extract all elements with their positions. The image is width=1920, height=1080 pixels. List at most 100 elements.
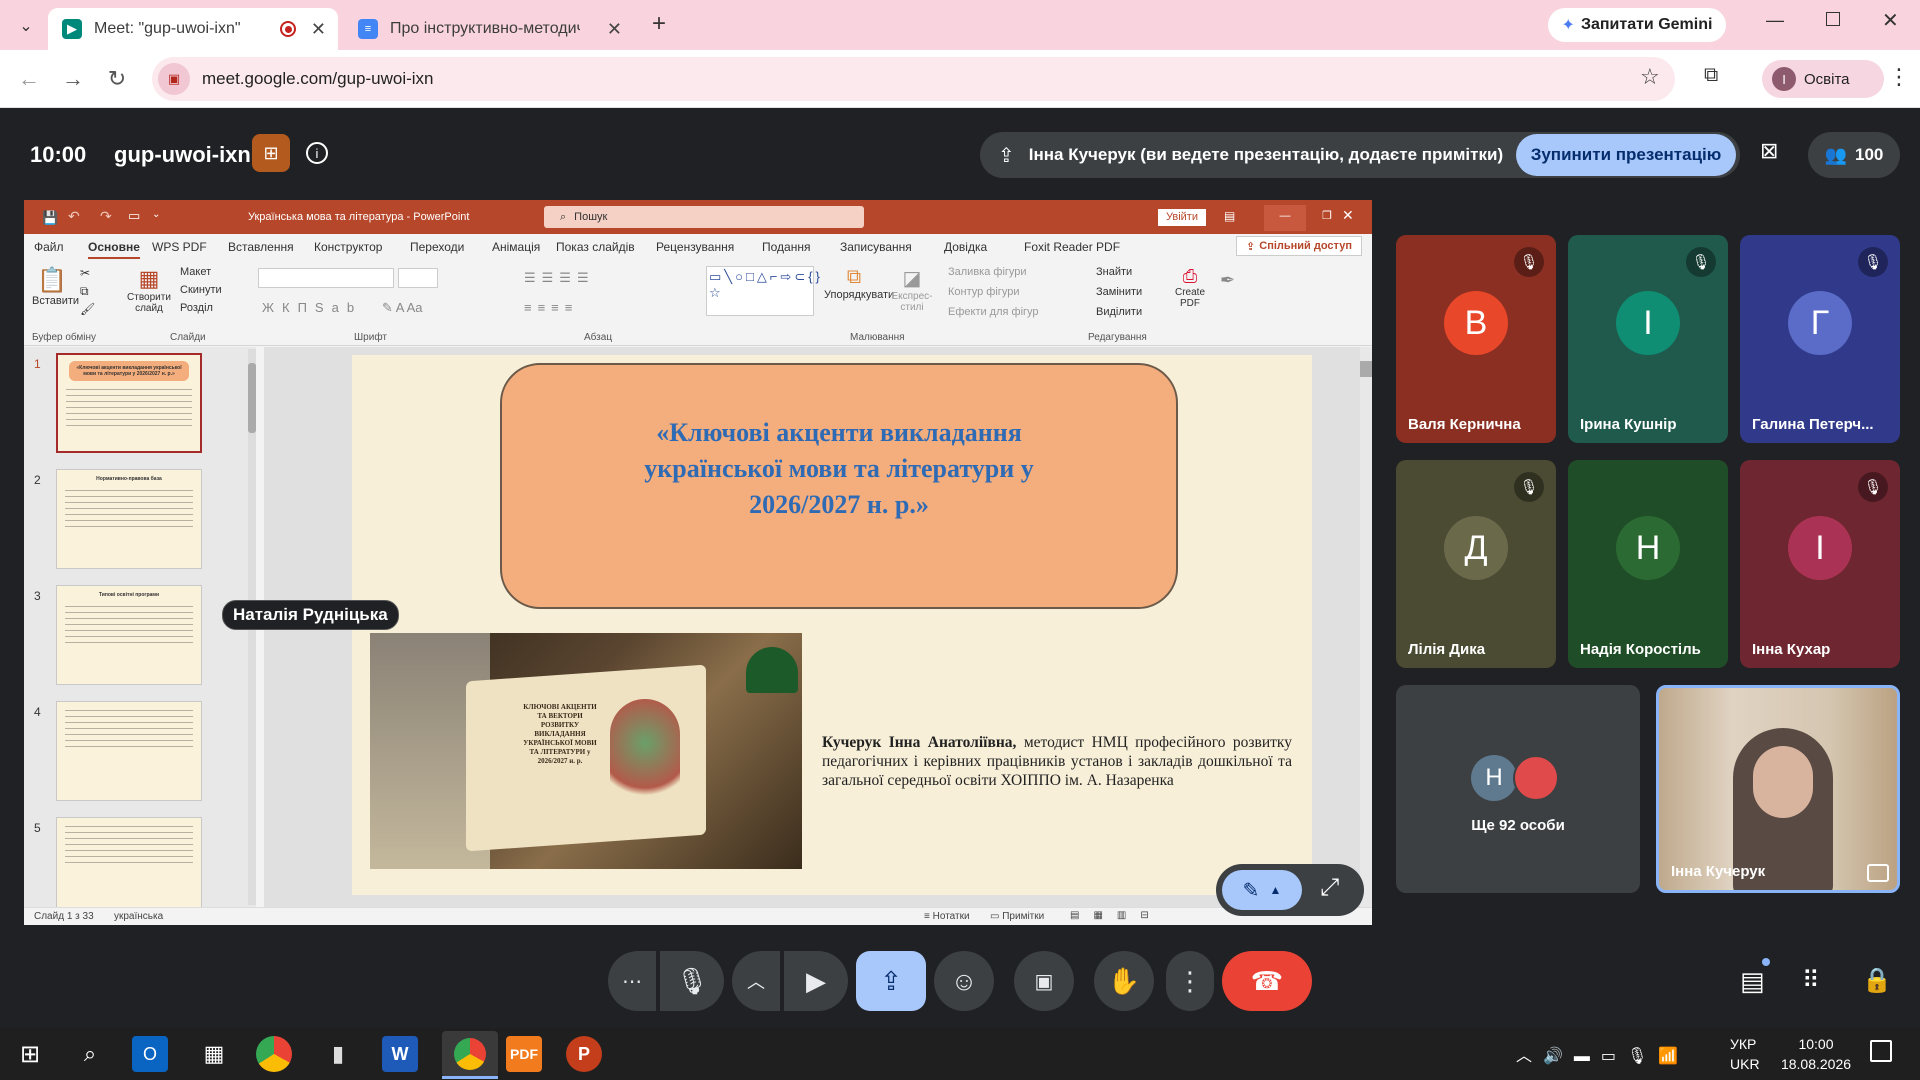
participant-tile[interactable]: В Валя Кернична 🎙 <box>1396 235 1556 443</box>
self-video-tile[interactable]: Інна Кучерук <box>1656 685 1900 893</box>
files-icon[interactable]: ▮ <box>318 1034 358 1074</box>
tab-close-icon[interactable]: ✕ <box>607 19 622 40</box>
reload-icon[interactable]: ↻ <box>102 64 132 94</box>
browser-menu-icon[interactable]: ⋮ <box>1888 64 1910 90</box>
camera-button[interactable]: ▶ <box>784 951 848 1011</box>
slide-author-text[interactable]: Кучерук Інна Анатоліївна, методист НМЦ п… <box>822 733 1292 790</box>
outlook-icon[interactable]: O <box>132 1036 168 1072</box>
tab-search-button[interactable]: ⌄ <box>12 12 40 40</box>
participant-tile[interactable]: Г Галина Петерч... 🎙 <box>1740 235 1900 443</box>
new-slide-button[interactable]: ▦ Створити слайд <box>124 266 174 314</box>
ribbon-tab[interactable]: Подання <box>762 240 810 254</box>
undo-icon[interactable]: ↶ <box>68 208 80 225</box>
reactions-button[interactable]: ☺ <box>934 951 994 1011</box>
participant-tile[interactable]: І Інна Кухар 🎙 <box>1740 460 1900 668</box>
ribbon-tab[interactable]: Показ слайдів <box>556 240 635 254</box>
font-size-box[interactable] <box>398 268 438 288</box>
search-icon[interactable]: ⌕ <box>70 1034 110 1074</box>
extensions-icon[interactable]: ⧉ <box>1704 64 1718 87</box>
participants-button[interactable]: 👥 100 <box>1808 132 1900 178</box>
slide-thumbnail[interactable] <box>56 701 202 801</box>
back-icon[interactable]: ← <box>14 64 44 94</box>
replace-button[interactable]: Замінити <box>1096 286 1142 298</box>
meeting-info-icon[interactable]: i <box>306 142 328 164</box>
clock[interactable]: 10:00 18.08.2026 <box>1776 1034 1856 1074</box>
host-lock-icon[interactable]: 🔒 <box>1862 966 1892 995</box>
layout-button[interactable]: Макет <box>180 266 211 278</box>
slide-thumbnail[interactable] <box>56 817 202 917</box>
format-painter-icon[interactable]: 🖌 <box>80 302 95 316</box>
slide-book-image[interactable]: КЛЮЧОВІ АКЦЕНТИ ТА ВЕКТОРИ РОЗВИТКУ ВИКЛ… <box>370 633 802 869</box>
site-info-icon[interactable]: ▣ <box>158 63 190 95</box>
paste-button[interactable]: 📋 Вставити <box>32 266 79 307</box>
pdf-reader-icon[interactable]: PDF <box>506 1036 542 1072</box>
tray-icons[interactable]: ︿🔊▬▭🎙📶 <box>1516 1042 1689 1066</box>
annotate-pen-button[interactable]: ✎ ▲ <box>1222 870 1302 910</box>
participant-tile[interactable]: Н Надія Коростіль <box>1568 460 1728 668</box>
ppt-minimize-icon[interactable]: — <box>1264 205 1306 231</box>
language-status[interactable]: українська <box>114 911 163 922</box>
omnibox[interactable]: ▣ meet.google.com/gup-uwoi-ixn <box>152 57 1675 101</box>
chat-icon[interactable]: ▤ <box>1740 966 1765 997</box>
ppt-search-box[interactable]: ⌕ Пошук <box>544 206 864 228</box>
participant-tile[interactable]: І Ірина Кушнір 🎙 <box>1568 235 1728 443</box>
ribbon-tab[interactable]: Довідка <box>944 240 987 254</box>
ppt-close-icon[interactable]: ✕ <box>1342 207 1354 224</box>
select-button[interactable]: Виділити <box>1096 306 1142 318</box>
ribbon-tab[interactable]: Переходи <box>410 240 464 254</box>
shapes-gallery[interactable]: ▭╲○□△⌐⇨⊂{}☆ <box>706 266 820 316</box>
shape-fill-button[interactable]: Заливка фігури <box>948 266 1027 278</box>
signin-button[interactable]: Увійти <box>1158 209 1206 226</box>
tab-meet[interactable]: ▶ Meet: "gup-uwoi-ixn" ✕ <box>48 8 338 50</box>
customize-qat-icon[interactable]: ⌄ <box>152 209 160 220</box>
hide-tiles-icon[interactable]: ⊠ <box>1760 138 1778 164</box>
redo-icon[interactable]: ↷ <box>100 208 112 225</box>
more-actions-button[interactable]: ⋮ <box>1166 951 1214 1011</box>
ribbon-tab[interactable]: Файл <box>34 240 64 254</box>
section-button[interactable]: Розділ <box>180 302 213 314</box>
activities-icon[interactable]: ⠿ <box>1802 966 1820 995</box>
ribbon-tab[interactable]: WPS PDF <box>152 240 207 254</box>
ribbon-tab[interactable]: Вставлення <box>228 240 294 254</box>
ribbon-tab[interactable]: Foxit Reader PDF <box>1024 240 1120 254</box>
slide-thumbnail[interactable]: «Ключові акценти викладання української … <box>56 353 202 453</box>
restore-window-icon[interactable] <box>1826 12 1840 26</box>
ribbon-tab[interactable]: Записування <box>840 240 912 254</box>
ribbon-display-icon[interactable]: ▤ <box>1224 209 1235 223</box>
reset-button[interactable]: Скинути <box>180 284 222 296</box>
end-call-button[interactable]: ☎ <box>1222 951 1312 1011</box>
notifications-icon[interactable] <box>1870 1040 1892 1062</box>
mic-button[interactable]: 🎙 <box>660 951 724 1011</box>
minimize-window-icon[interactable]: — <box>1766 10 1784 31</box>
expand-icon[interactable]: ⤢ <box>1320 874 1339 902</box>
powerpoint-icon[interactable]: P <box>566 1036 602 1072</box>
raise-hand-button[interactable]: ✋ <box>1094 951 1154 1011</box>
captions-button[interactable]: ▣ <box>1014 951 1074 1011</box>
participant-tile[interactable]: Д Лілія Дика 🎙 <box>1396 460 1556 668</box>
chrome-icon[interactable] <box>256 1036 292 1072</box>
shape-effects-button[interactable]: Ефекти для фігур <box>948 306 1039 318</box>
close-window-icon[interactable]: ✕ <box>1882 8 1899 33</box>
gemini-button[interactable]: ✦ Запитати Gemini <box>1548 8 1726 42</box>
slide-thumbnail[interactable]: Типові освітні програми <box>56 585 202 685</box>
find-button[interactable]: Знайти <box>1096 266 1132 278</box>
comments-button[interactable]: ▭ Примітки <box>990 911 1044 922</box>
store-icon[interactable]: ▦ <box>194 1034 234 1074</box>
slide-scrollbar[interactable] <box>1360 347 1372 907</box>
font-color-icons[interactable]: ✎ A Aa <box>382 300 423 316</box>
host-controls-icon[interactable]: ⊞ <box>252 134 290 172</box>
slide-title-box[interactable]: «Ключові акценти викладання української … <box>500 363 1178 609</box>
align-icons[interactable]: ≡≡≡≡ <box>524 300 578 315</box>
create-pdf-button[interactable]: ⎙ Create PDF <box>1172 266 1208 309</box>
word-icon[interactable]: W <box>382 1036 418 1072</box>
tab-close-icon[interactable]: ✕ <box>311 19 326 40</box>
font-format-icons[interactable]: ЖКПSab <box>262 300 362 315</box>
forward-icon[interactable]: → <box>58 64 88 94</box>
more-people-tile[interactable]: Н Ще 92 особи <box>1396 685 1640 893</box>
current-slide[interactable]: «Ключові акценти викладання української … <box>352 355 1312 895</box>
save-icon[interactable]: 💾 <box>42 210 58 226</box>
input-language[interactable]: УКР UKR <box>1730 1034 1760 1074</box>
chrome-active-icon[interactable] <box>442 1031 498 1077</box>
ribbon-tab[interactable]: Конструктор <box>314 240 382 254</box>
tab-docs[interactable]: ≡ Про інструктивно-методичні р ✕ <box>344 8 634 50</box>
